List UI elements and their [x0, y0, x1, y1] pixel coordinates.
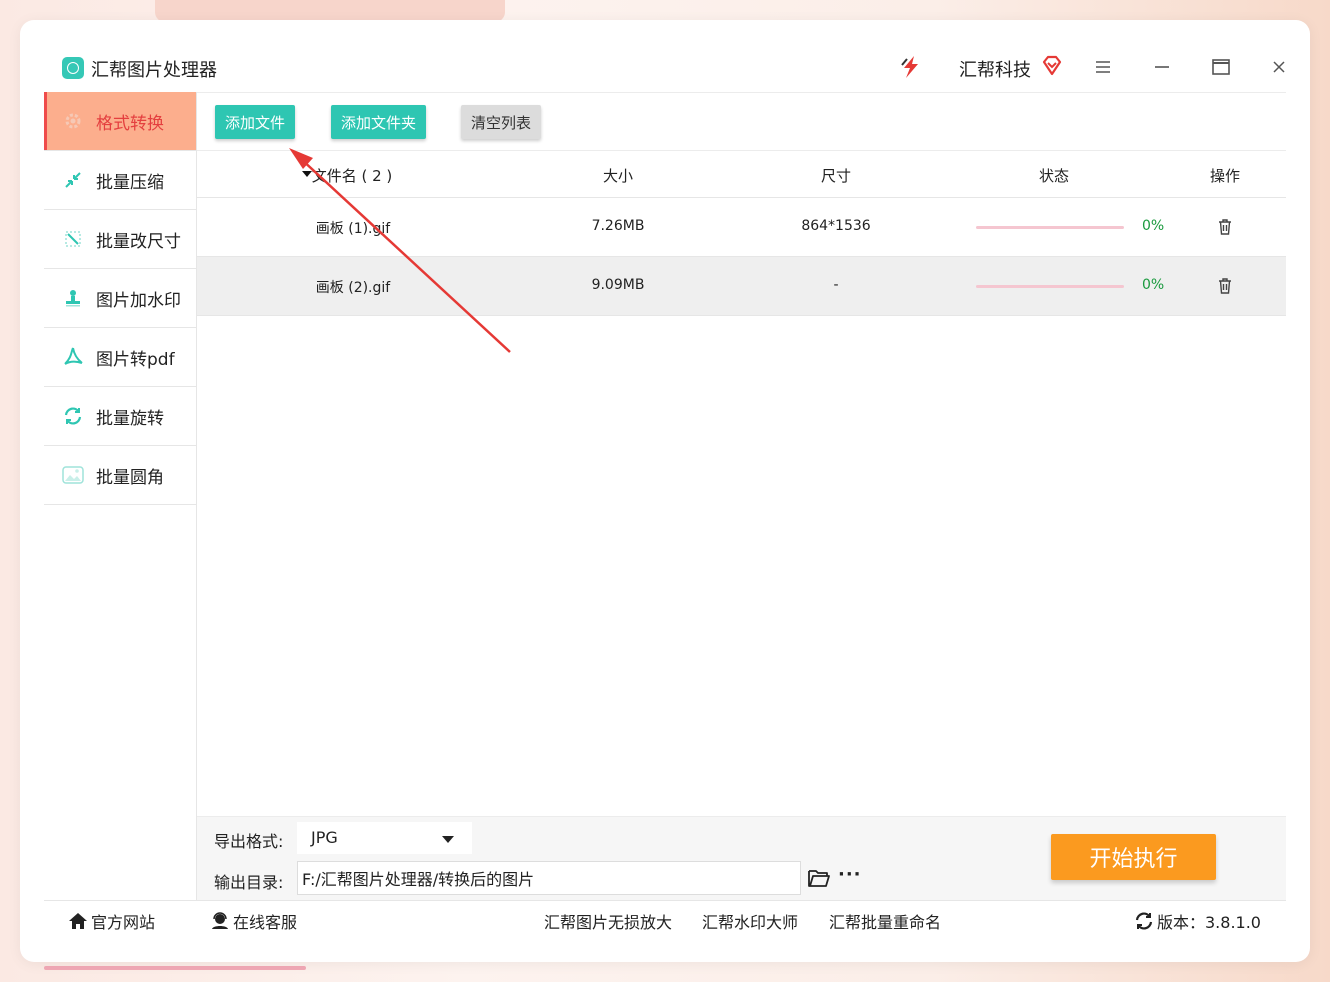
sidebar-item-label: 图片加水印 [96, 290, 181, 311]
sort-caret-icon[interactable] [302, 171, 312, 177]
online-support-link[interactable]: 在线客服 [210, 909, 297, 933]
toolbar: 添加文件 添加文件夹 清空列表 [197, 92, 1286, 151]
sidebar-item-image-to-pdf[interactable]: 图片转pdf [44, 328, 196, 387]
brand-logo-icon [901, 56, 918, 78]
sidebar-item-batch-rotate[interactable]: 批量旋转 [44, 387, 196, 446]
progress-bar [976, 226, 1124, 229]
official-website-link[interactable]: 官方网站 [68, 909, 155, 933]
online-support-label: 在线客服 [233, 913, 298, 932]
add-folder-button[interactable]: 添加文件夹 [331, 105, 426, 139]
column-header-size: 大小 [602, 167, 634, 185]
column-header-dimensions: 尺寸 [820, 167, 852, 185]
sidebar-item-label: 批量圆角 [96, 467, 164, 488]
column-header-name[interactable]: 文件名 ( 2 ) [312, 165, 393, 186]
home-icon [69, 913, 87, 929]
resize-icon [62, 228, 84, 250]
progress-bar [976, 285, 1124, 288]
sidebar-item-label: 批量旋转 [96, 408, 164, 429]
sidebar-item-label: 图片转pdf [96, 349, 175, 370]
start-button[interactable]: 开始执行 [1051, 834, 1216, 880]
support-agent-icon [212, 912, 228, 929]
background-bar [44, 966, 306, 970]
menu-icon[interactable] [1090, 54, 1116, 80]
progress-percent: 0% [1142, 277, 1165, 293]
export-panel: 导出格式: JPG 输出目录: ··· 开始执行 [197, 816, 1286, 900]
version-info[interactable]: 版本：3.8.1.0 [1134, 909, 1261, 933]
file-name: 画板 (1).gif [315, 221, 391, 237]
trash-icon[interactable] [1215, 217, 1235, 237]
sidebar-item-label: 批量压缩 [96, 172, 164, 193]
clear-list-button[interactable]: 清空列表 [461, 105, 541, 139]
background-decoration [155, 0, 505, 22]
progress-percent: 0% [1142, 218, 1165, 234]
maximize-icon[interactable] [1208, 54, 1234, 80]
footer-link-watermark[interactable]: 汇帮水印大师 [702, 909, 798, 933]
rotate-icon [62, 405, 84, 427]
file-size: 7.26MB [591, 218, 645, 234]
stamp-icon [62, 287, 84, 309]
file-dimensions: 864*1536 [801, 218, 871, 234]
table-row[interactable]: 画板 (2).gif 9.09MB - 0% [197, 257, 1286, 316]
footer: 官方网站 在线客服 汇帮图片无损放大 汇帮水印大师 汇帮批量重命名 版本：3.8… [44, 900, 1286, 939]
add-file-button[interactable]: 添加文件 [215, 105, 295, 139]
official-website-label: 官方网站 [91, 913, 156, 932]
chevron-down-icon [442, 836, 454, 843]
sidebar-item-watermark[interactable]: 图片加水印 [44, 269, 196, 328]
table-row[interactable]: 画板 (1).gif 7.26MB 864*1536 0% [197, 198, 1286, 257]
image-icon [62, 464, 84, 486]
sidebar-item-label: 批量改尺寸 [96, 231, 181, 252]
vip-diamond-icon[interactable] [1040, 54, 1064, 78]
brand-name: 汇帮科技 [959, 60, 1031, 81]
minimize-icon[interactable] [1149, 54, 1175, 80]
sidebar-item-batch-resize[interactable]: 批量改尺寸 [44, 210, 196, 269]
footer-link-rename[interactable]: 汇帮批量重命名 [829, 909, 941, 933]
more-options-button[interactable]: ··· [838, 864, 862, 885]
compress-icon [62, 169, 84, 191]
app-window: 汇帮图片处理器 汇帮科技 格式转换 批量压缩 批量改尺寸 图片加水印 图片转pd… [20, 20, 1310, 962]
sidebar-item-format-convert[interactable]: 格式转换 [44, 92, 196, 151]
version-label: 版本：3.8.1.0 [1157, 913, 1261, 932]
file-size: 9.09MB [591, 277, 645, 293]
sidebar-item-batch-compress[interactable]: 批量压缩 [44, 151, 196, 210]
refresh-icon [1135, 912, 1153, 930]
file-table: 文件名 ( 2 ) 大小 尺寸 状态 操作 画板 (1).gif 7.26MB … [197, 151, 1286, 316]
footer-link-upscale[interactable]: 汇帮图片无损放大 [544, 909, 672, 933]
gear-icon [62, 110, 84, 132]
app-title: 汇帮图片处理器 [91, 60, 217, 81]
column-header-status: 状态 [1038, 167, 1070, 185]
app-logo-icon [62, 57, 84, 79]
column-header-actions: 操作 [1209, 167, 1241, 185]
close-icon[interactable] [1266, 54, 1292, 80]
folder-open-icon[interactable] [807, 867, 831, 889]
pdf-icon [62, 346, 84, 368]
sidebar: 格式转换 批量压缩 批量改尺寸 图片加水印 图片转pdf 批量旋转 批量圆角 [44, 92, 197, 900]
file-dimensions: - [833, 277, 839, 293]
sidebar-item-rounded-corners[interactable]: 批量圆角 [44, 446, 196, 505]
trash-icon[interactable] [1215, 276, 1235, 296]
format-value: JPG [311, 828, 338, 847]
sidebar-item-label: 格式转换 [96, 113, 164, 134]
title-bar: 汇帮图片处理器 汇帮科技 [44, 44, 1286, 93]
format-label: 导出格式: [214, 832, 284, 851]
table-header: 文件名 ( 2 ) 大小 尺寸 状态 操作 [197, 151, 1286, 198]
output-dir-label: 输出目录: [214, 873, 284, 892]
format-select[interactable]: JPG [297, 822, 472, 854]
output-dir-input[interactable] [297, 861, 801, 895]
file-name: 画板 (2).gif [315, 280, 391, 296]
